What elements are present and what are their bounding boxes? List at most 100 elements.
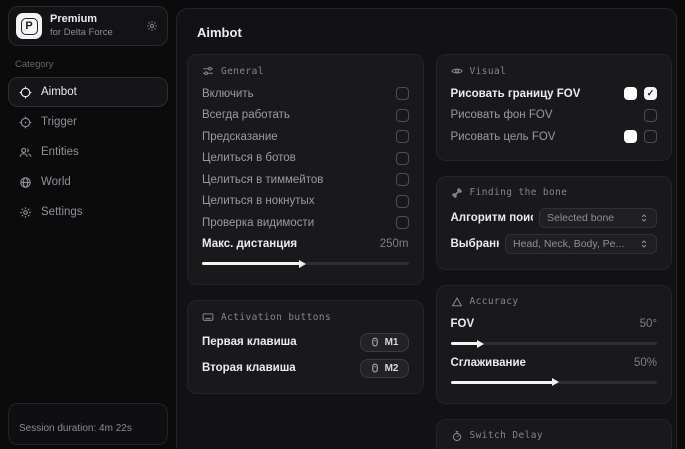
fov-slider[interactable] <box>451 342 658 345</box>
sidebar-item-trigger[interactable]: Trigger <box>8 107 168 137</box>
activation-card-title: Activation buttons <box>221 312 331 323</box>
left-column: General Включить Всегда работать Предска… <box>187 54 424 449</box>
slider-value-row: FOV 50° <box>451 314 658 336</box>
checkbox-enable[interactable] <box>396 87 409 100</box>
toggle-row: Целиться в тиммейтов <box>202 169 409 191</box>
checkbox-visibility-check[interactable] <box>396 216 409 229</box>
category-label: Category <box>15 59 168 70</box>
toggle-row: Рисовать границу FOV <box>451 83 658 105</box>
toggle-label: Рисовать цель FOV <box>451 131 556 143</box>
checkbox-draw-fov-border[interactable] <box>644 87 657 100</box>
gear-icon <box>19 206 32 219</box>
brand-title: Premium <box>50 13 138 27</box>
general-card-title: General <box>221 66 264 77</box>
toggle-row: Включить <box>202 83 409 105</box>
page-title: Aimbot <box>197 25 672 40</box>
checkbox-target-knocked[interactable] <box>396 195 409 208</box>
switch-delay-card: Switch Delay Задержка переключения Задер… <box>436 419 673 449</box>
checkbox-prediction[interactable] <box>396 130 409 143</box>
brand-subtitle: for Delta Force <box>50 27 138 39</box>
session-duration: Session duration: 4m 22s <box>19 423 132 434</box>
chevron-up-down-icon <box>639 239 649 249</box>
visual-card: Visual Рисовать границу FOV Рисовать фон… <box>436 54 673 161</box>
bone-icon <box>451 187 463 199</box>
brand-card: P Premium for Delta Force <box>8 6 168 46</box>
sidebar-item-label: Trigger <box>41 116 77 128</box>
slider-value: 50% <box>634 357 657 369</box>
sidebar: P Premium for Delta Force Category <box>0 0 176 449</box>
fov-border-color-swatch[interactable] <box>624 87 637 100</box>
general-card-header: General <box>202 65 409 77</box>
activation-card-header: Activation buttons <box>202 311 409 323</box>
second-key-button[interactable]: M2 <box>360 359 409 378</box>
sidebar-item-label: Settings <box>41 206 83 218</box>
toggle-controls <box>624 130 657 143</box>
slider-value: 50° <box>640 318 657 330</box>
sidebar-item-label: World <box>41 176 71 188</box>
switch-delay-card-header: Switch Delay <box>451 430 658 442</box>
accuracy-card: Accuracy FOV 50° Сглаживание 50% <box>436 285 673 404</box>
brand-text: Premium for Delta Force <box>50 13 138 39</box>
max-distance-slider[interactable] <box>202 262 409 265</box>
gear-icon[interactable] <box>146 20 158 32</box>
crosshair-icon <box>19 86 32 99</box>
content-columns: General Включить Всегда работать Предска… <box>187 54 672 449</box>
activation-card: Activation buttons Первая клавиша M1 <box>187 300 424 394</box>
select-row: Алгоритм поиска костей Selected bone <box>451 205 658 231</box>
globe-icon <box>19 176 32 189</box>
checkbox-draw-fov-background[interactable] <box>644 109 657 122</box>
checkbox-draw-fov-target[interactable] <box>644 130 657 143</box>
select-label: Выбранные кости <box>451 238 500 250</box>
slider-value: 250m <box>380 238 409 250</box>
toggle-row: Целиться в ботов <box>202 148 409 170</box>
slider-fill <box>451 381 554 384</box>
switch-delay-card-title: Switch Delay <box>470 430 543 441</box>
general-card: General Включить Всегда работать Предска… <box>187 54 424 285</box>
slider-label: Сглаживание <box>451 357 526 369</box>
toggle-row: Предсказание <box>202 126 409 148</box>
visual-card-header: Visual <box>451 65 658 77</box>
dropdown-selected-bones[interactable]: Head, Neck, Body, Pe... <box>505 234 657 254</box>
keyboard-icon <box>202 311 214 323</box>
entities-icon <box>19 146 32 159</box>
sidebar-item-world[interactable]: World <box>8 167 168 197</box>
checkbox-always-work[interactable] <box>396 109 409 122</box>
sidebar-item-settings[interactable]: Settings <box>8 197 168 227</box>
slider-label: Макс. дистанция <box>202 238 297 250</box>
select-row: Выбранные кости Head, Neck, Body, Pe... <box>451 231 658 257</box>
slider-fill <box>202 262 301 265</box>
dropdown-value: Selected bone <box>547 212 614 224</box>
keybind-value: M1 <box>385 337 399 348</box>
visual-card-title: Visual <box>470 66 507 77</box>
stopwatch-icon <box>451 430 463 442</box>
dropdown-bone-algorithm[interactable]: Selected bone <box>539 208 657 228</box>
toggle-controls <box>624 87 657 100</box>
checkbox-target-teammates[interactable] <box>396 173 409 186</box>
select-label: Алгоритм поиска костей <box>451 212 534 224</box>
toggle-row: Целиться в нокнутых <box>202 191 409 213</box>
sidebar-item-entities[interactable]: Entities <box>8 137 168 167</box>
toggle-label: Рисовать границу FOV <box>451 88 581 100</box>
session-card: Session duration: 4m 22s <box>8 403 168 445</box>
accuracy-card-title: Accuracy <box>470 296 519 307</box>
checkbox-target-bots[interactable] <box>396 152 409 165</box>
first-key-button[interactable]: M1 <box>360 333 409 352</box>
toggle-label: Предсказание <box>202 131 278 143</box>
trigger-icon <box>19 116 32 129</box>
triangle-icon <box>451 296 463 308</box>
dropdown-value: Head, Neck, Body, Pe... <box>513 238 624 250</box>
slider-value-row: Сглаживание 50% <box>451 352 658 374</box>
toggle-label: Включить <box>202 88 254 100</box>
keybind-value: M2 <box>385 363 399 374</box>
sidebar-item-aimbot[interactable]: Aimbot <box>8 77 168 107</box>
bone-card-header: Finding the bone <box>451 187 658 199</box>
toggle-label: Рисовать фон FOV <box>451 109 553 121</box>
bone-card-title: Finding the bone <box>470 187 568 198</box>
fov-target-color-swatch[interactable] <box>624 130 637 143</box>
toggle-controls <box>644 109 657 122</box>
smoothing-slider[interactable] <box>451 381 658 384</box>
bone-card: Finding the bone Алгоритм поиска костей … <box>436 176 673 270</box>
toggle-row: Проверка видимости <box>202 212 409 234</box>
main-panel: Aimbot General Включит <box>176 8 677 449</box>
toggle-label: Целиться в нокнутых <box>202 195 315 207</box>
